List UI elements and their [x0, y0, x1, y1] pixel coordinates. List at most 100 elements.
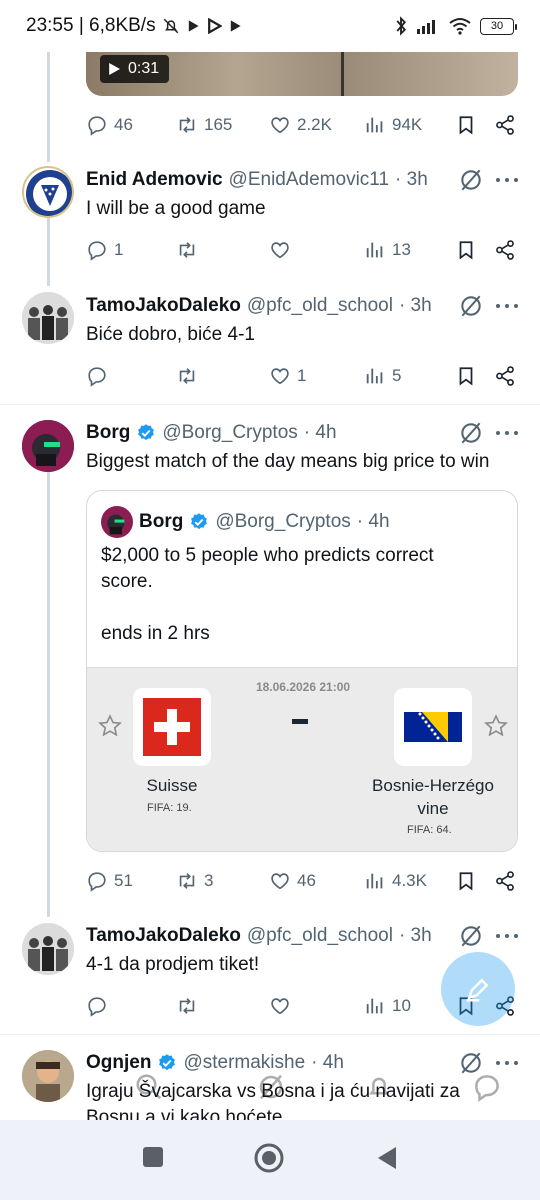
- status-time: 23:55 | 6,8KB/s: [26, 15, 156, 36]
- bookmark-icon: [459, 241, 473, 260]
- grok-icon[interactable]: [458, 923, 484, 949]
- notifications-icon[interactable]: [364, 1072, 394, 1102]
- search-icon[interactable]: [134, 1072, 164, 1102]
- recents-icon[interactable]: [142, 1146, 164, 1168]
- play-store-icon: [186, 19, 200, 33]
- reply-icon: [88, 241, 106, 261]
- views-button[interactable]: 5: [364, 361, 401, 391]
- like-button[interactable]: [269, 235, 291, 265]
- repost-button[interactable]: [176, 361, 198, 391]
- favorite-star-icon[interactable]: [97, 713, 123, 739]
- avatar[interactable]: [22, 420, 74, 472]
- avatar[interactable]: [22, 292, 74, 344]
- views-icon: [366, 242, 383, 258]
- like-button[interactable]: 46: [269, 866, 316, 896]
- reply-icon: [88, 997, 106, 1017]
- author-name[interactable]: Enid Ademovic: [86, 169, 223, 191]
- system-navigation-bar: [0, 1120, 540, 1200]
- author-handle[interactable]: @Borg_Cryptos: [162, 422, 297, 444]
- tweet-header: Enid Ademovic @EnidAdemovic11 · 3h: [86, 167, 428, 193]
- away-team-name: Bosnie-Herzégo vine: [372, 776, 494, 818]
- author-handle[interactable]: @pfc_old_school: [247, 925, 393, 947]
- score-separator: [292, 719, 308, 724]
- repost-icon: [179, 998, 195, 1014]
- compose-button[interactable]: [441, 952, 515, 1026]
- bosnia-flag-icon: [404, 712, 462, 742]
- reply-button[interactable]: [86, 361, 108, 391]
- grok-icon[interactable]: [458, 293, 484, 319]
- views-button[interactable]: 10: [364, 991, 411, 1021]
- grok-icon[interactable]: [458, 167, 484, 193]
- views-button[interactable]: 4.3K: [364, 866, 427, 896]
- heart-icon: [271, 873, 289, 890]
- play-outline-icon: [206, 18, 222, 34]
- home-team-fifa-rank: FIFA: 19.: [147, 802, 192, 814]
- grok-icon[interactable]: [458, 420, 484, 446]
- reply-button[interactable]: [86, 991, 108, 1021]
- robot-avatar-icon: [22, 420, 74, 472]
- quoted-avatar: [101, 506, 133, 538]
- match-card[interactable]: 18.06.2026 21:00 Suisse FIFA: 19. Bosnie…: [87, 667, 517, 851]
- author-handle[interactable]: @pfc_old_school: [247, 295, 393, 317]
- repost-icon: [179, 242, 195, 258]
- home-icon[interactable]: [253, 1142, 285, 1174]
- reply-button[interactable]: 1: [86, 235, 123, 265]
- messages-icon[interactable]: [472, 1072, 502, 1102]
- thread-line: [47, 472, 50, 917]
- divider: [0, 404, 540, 405]
- tweet-time[interactable]: · 3h: [395, 169, 428, 191]
- like-button[interactable]: [269, 991, 291, 1021]
- more-options-icon[interactable]: [496, 167, 518, 193]
- like-button[interactable]: 1: [269, 361, 306, 391]
- views-button[interactable]: 13: [364, 235, 411, 265]
- like-button[interactable]: 2.2K: [269, 110, 332, 140]
- reply-button[interactable]: 46: [86, 110, 133, 140]
- avatar[interactable]: [22, 166, 74, 218]
- tweet-time[interactable]: · 3h: [399, 925, 432, 947]
- share-button[interactable]: [494, 235, 516, 265]
- tweet-time[interactable]: · 4h: [304, 422, 337, 444]
- bookmark-button[interactable]: [455, 110, 477, 140]
- share-button[interactable]: [494, 110, 516, 140]
- repost-button[interactable]: [176, 991, 198, 1021]
- more-options-icon[interactable]: [496, 923, 518, 949]
- grok-tab-icon[interactable]: [256, 1072, 286, 1102]
- repost-button[interactable]: [176, 235, 198, 265]
- avatar[interactable]: [22, 923, 74, 975]
- repost-icon: [179, 368, 195, 384]
- author-name[interactable]: TamoJakoDaleko: [86, 295, 241, 317]
- share-button[interactable]: [494, 866, 516, 896]
- heart-icon: [271, 998, 289, 1015]
- tweet-time[interactable]: · 3h: [399, 295, 432, 317]
- status-bar: 23:55 | 6,8KB/s 30: [0, 0, 540, 52]
- quoted-tweet[interactable]: Borg @Borg_Cryptos · 4h $2,000 to 5 peop…: [86, 490, 518, 852]
- views-icon: [366, 998, 383, 1014]
- reply-button[interactable]: 51: [86, 866, 133, 896]
- action-bar: 51 3 46 4.3K: [86, 866, 518, 896]
- play-icon: [109, 63, 120, 75]
- repost-button[interactable]: 165: [176, 110, 232, 140]
- action-bar: 1 13: [86, 235, 518, 265]
- share-icon: [496, 240, 514, 260]
- home-team-name: Suisse: [146, 776, 198, 795]
- home-team-flag: [133, 688, 211, 766]
- bookmark-button[interactable]: [455, 361, 477, 391]
- bookmark-button[interactable]: [455, 235, 477, 265]
- tweet-text: I will be a good game: [86, 198, 266, 219]
- quoted-author-handle: @Borg_Cryptos: [215, 511, 351, 532]
- thread-line: [47, 218, 50, 286]
- more-options-icon[interactable]: [496, 420, 518, 446]
- favorite-star-icon[interactable]: [483, 713, 509, 739]
- verified-badge-icon: [191, 513, 208, 530]
- author-name[interactable]: Borg: [86, 422, 130, 444]
- bookmark-button[interactable]: [455, 866, 477, 896]
- views-button[interactable]: 94K: [364, 110, 422, 140]
- video-player[interactable]: 0:31: [86, 52, 518, 96]
- author-handle[interactable]: @EnidAdemovic11: [229, 169, 389, 191]
- share-button[interactable]: [494, 361, 516, 391]
- author-name[interactable]: TamoJakoDaleko: [86, 925, 241, 947]
- share-icon: [496, 871, 514, 891]
- back-icon[interactable]: [376, 1146, 398, 1170]
- repost-button[interactable]: 3: [176, 866, 213, 896]
- more-options-icon[interactable]: [496, 293, 518, 319]
